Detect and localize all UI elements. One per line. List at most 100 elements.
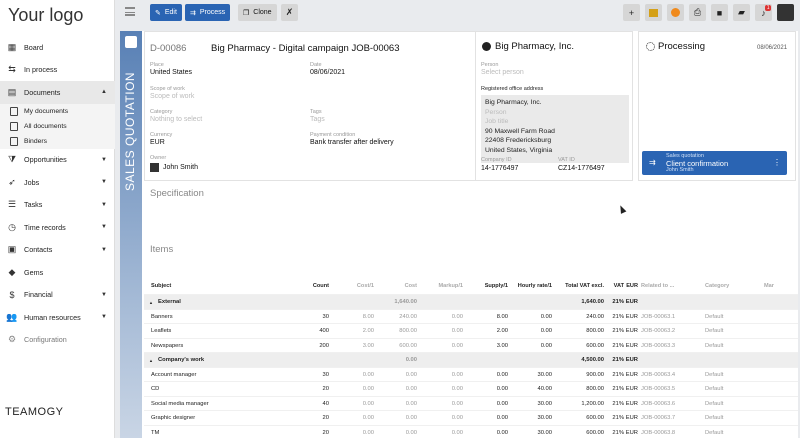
owner-avatar	[150, 163, 159, 172]
notification-badge: 1	[765, 5, 771, 11]
sidebar-subitem-my-documents[interactable]: My documents	[0, 103, 115, 119]
collapse-icon[interactable]: ▲	[149, 358, 153, 363]
tasks-icon: ☰	[7, 199, 17, 210]
document-type-strip: SALES QUOTATION	[120, 31, 142, 438]
document-title: Big Pharmacy - Digital campaign JOB-0006…	[211, 43, 400, 54]
cell-cost1: 2.00	[362, 328, 374, 334]
date-label: Date	[310, 62, 322, 68]
cell-cur: EUR	[625, 342, 638, 349]
process-icon: ⇉	[190, 9, 196, 17]
bell-icon[interactable]: ♪ 1	[755, 4, 772, 21]
sidebar-item-in-process[interactable]: ⇆ In process	[0, 59, 115, 82]
company-id-field[interactable]: 14-1776497	[481, 165, 518, 172]
clone-button[interactable]: ❐ Clone	[238, 4, 277, 21]
cell-cur: EUR	[625, 371, 638, 378]
payment-field[interactable]: Bank transfer after delivery	[310, 139, 394, 146]
tags-field[interactable]: Tags	[310, 116, 325, 123]
sidebar-item-contacts[interactable]: ▣ Contacts ▼	[0, 239, 115, 262]
person-field[interactable]: Select person	[481, 69, 524, 76]
cell-rel: JOB-00063.2	[641, 328, 676, 334]
cell-cat: Default	[705, 415, 724, 421]
place-field[interactable]: United States	[150, 69, 192, 76]
cell-subject: TM	[151, 429, 160, 436]
pencil-icon: ✎	[155, 9, 161, 17]
sidebar-item-gems[interactable]: ◆ Gems	[0, 261, 115, 284]
currency-field[interactable]: EUR	[150, 139, 165, 146]
sidebar-subitem-all-documents[interactable]: All documents	[0, 118, 115, 134]
process-button[interactable]: ⇉ Process	[185, 4, 231, 21]
sidebar-item-jobs[interactable]: ➶ Jobs ▼	[0, 171, 115, 194]
chat-icon[interactable]: ▰	[733, 4, 750, 21]
avatar[interactable]	[777, 4, 794, 21]
scope-field[interactable]: Scope of work	[150, 93, 194, 100]
table-row[interactable]: Newspapers 200 3.00 600.00 0.00 3.00 0.00 600.0…	[144, 337, 798, 353]
cell-total: 4,500.00	[581, 357, 604, 363]
cell-rel: JOB-00063.5	[641, 386, 676, 392]
cell-count: 40	[322, 400, 329, 407]
vat-id-field[interactable]: CZ14-1776497	[558, 165, 605, 172]
table-group-row[interactable]: ▲ Company's work 0.00 4,500.00 21% EUR	[144, 352, 798, 367]
company-id-label: Company ID	[481, 157, 512, 163]
table-row[interactable]: CD 20 0.00 0.00 0.00 0.00 40.00 800.00 21% EUR JOB…	[144, 381, 798, 396]
cell-hourly: 0.00	[540, 313, 552, 320]
collapse-icon[interactable]: ▲	[149, 300, 153, 305]
process-step-card[interactable]: ⇉ Sales quotation Client confirmation Jo…	[642, 151, 787, 175]
date-field[interactable]: 08/06/2021	[310, 69, 345, 76]
cell-total: 240.00	[586, 313, 604, 320]
cell-cost: 240.00	[399, 313, 417, 320]
app-logo[interactable]: Your logo	[8, 5, 83, 26]
tags-label: Tags	[310, 109, 322, 115]
sidebar-item-time-records[interactable]: ◷ Time records ▼	[0, 216, 115, 239]
currency-label: Currency	[150, 132, 173, 138]
sidebar-item-configuration[interactable]: ⚙ Configuration	[0, 329, 115, 352]
sidebar-item-tasks[interactable]: ☰ Tasks ▼	[0, 194, 115, 217]
help-icon[interactable]	[667, 4, 684, 21]
vat-id-label: VAT ID	[558, 157, 575, 163]
spinner-icon	[646, 42, 655, 51]
payment-label: Payment condition	[310, 132, 356, 138]
cell-cost: 0.00	[405, 429, 417, 436]
sidebar-item-board[interactable]: ▦ Board	[0, 36, 115, 59]
address-block[interactable]: Big Pharmacy, Inc. Person Job title 90 M…	[481, 95, 629, 163]
cell-hourly: 30.00	[537, 429, 552, 436]
cell-cost: 0.00	[405, 386, 417, 392]
video-icon[interactable]: ■	[711, 4, 728, 21]
cell-cat: Default	[705, 429, 724, 436]
tools-icon[interactable]: ✗	[281, 4, 298, 21]
table-row[interactable]: TM 20 0.00 0.00 0.00 0.00 30.00 600.00 21% EUR JOB…	[144, 424, 798, 438]
cell-subject: Graphic designer	[151, 415, 196, 421]
more-vert-icon[interactable]: ⋮	[773, 158, 781, 167]
rocket-icon: ➶	[8, 176, 16, 187]
sidebar-item-financial[interactable]: $ Financial ▼	[0, 284, 115, 307]
table-row[interactable]: Leaflets 400 2.00 800.00 0.00 2.00 0.00 800.00 2…	[144, 323, 798, 338]
edit-button[interactable]: ✎ Edit	[150, 4, 182, 21]
footer-brand-logo: TEAMOGY	[5, 406, 64, 418]
cell-supply: 0.00	[496, 429, 508, 436]
client-name[interactable]: Big Pharmacy, Inc.	[495, 41, 574, 52]
add-icon[interactable]: +	[623, 4, 640, 21]
table-row[interactable]: Social media manager 40 0.00 0.00 0.00 0.00 30…	[144, 395, 798, 411]
flow-icon: ⇆	[8, 64, 16, 75]
note-icon[interactable]	[645, 4, 662, 21]
category-field[interactable]: Nothing to select	[150, 116, 202, 123]
sidebar-item-opportunities[interactable]: ⧩ Opportunities ▼	[0, 149, 115, 172]
chevron-down-icon: ▼	[101, 201, 107, 208]
cell-total: 600.00	[586, 429, 604, 436]
table-row[interactable]: Account manager 30 0.00 0.00 0.00 0.00 30.00 90…	[144, 366, 798, 382]
cell-vat: 21%	[612, 429, 624, 436]
sidebar-subitem-binders[interactable]: Binders	[0, 133, 115, 149]
table-row[interactable]: Graphic designer 20 0.00 0.00 0.00 0.00 30.00 6…	[144, 410, 798, 425]
cell-cost1: 0.00	[362, 400, 374, 407]
table-row[interactable]: Banners 30 8.00 240.00 0.00 8.00 0.00 240.00 21%…	[144, 308, 798, 324]
table-group-row[interactable]: ▲ External 1,640.00 1,640.00 21% EUR	[144, 294, 798, 309]
print-icon[interactable]: ⎙	[689, 4, 706, 21]
process-icon: ⇉	[649, 158, 656, 167]
owner-field[interactable]: John Smith	[163, 164, 198, 171]
cell-cur: EUR	[625, 328, 638, 334]
cell-markup: 0.00	[451, 328, 463, 334]
cell-subject: Newspapers	[151, 342, 184, 349]
sidebar-item-human-resources[interactable]: 👥 Human resources ▼	[0, 306, 115, 329]
cell-total: 900.00	[586, 371, 604, 378]
cell-cat: Default	[705, 400, 724, 407]
sidebar-item-documents[interactable]: ▤ Documents ▲	[0, 81, 115, 104]
